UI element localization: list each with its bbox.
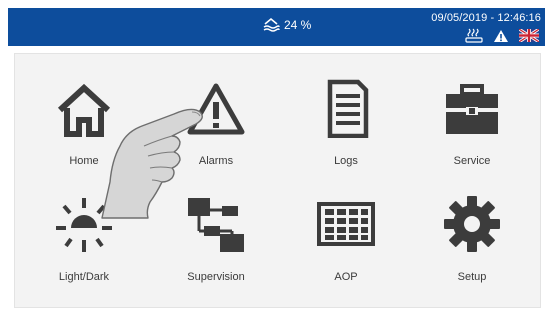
status-bar: 24 % 09/05/2019 - 12:46:16 xyxy=(8,8,545,46)
menu-item-label: Alarms xyxy=(198,155,234,167)
document-icon xyxy=(327,79,369,138)
toolbox-icon xyxy=(446,84,498,134)
house-icon xyxy=(57,83,111,137)
menu-item-service[interactable]: Service xyxy=(427,78,517,174)
menu-item-label: Service xyxy=(453,155,491,167)
network-icon xyxy=(188,198,244,252)
tank-level-icon xyxy=(263,17,280,32)
menu-item-label: AOP xyxy=(334,271,358,283)
menu-item-supervision[interactable]: Supervision xyxy=(171,194,261,290)
status-icons xyxy=(465,28,539,43)
screen: 24 % 09/05/2019 - 12:46:16 Home Alarms L… xyxy=(0,0,545,312)
menu-item-label: Light/Dark xyxy=(58,271,110,283)
menu-item-aop[interactable]: AOP xyxy=(301,194,391,290)
menu-item-logs[interactable]: Logs xyxy=(301,78,391,174)
menu-item-label: Setup xyxy=(457,271,487,283)
warning-icon[interactable] xyxy=(493,29,509,43)
menu-item-setup[interactable]: Setup xyxy=(427,194,517,290)
main-menu: Home Alarms Logs Service Light/Dark Supe… xyxy=(14,53,541,308)
uk-flag-icon[interactable] xyxy=(519,29,539,42)
steam-cup-icon[interactable] xyxy=(465,28,483,43)
gear-icon xyxy=(444,196,500,252)
menu-item-home[interactable]: Home xyxy=(39,78,129,174)
menu-item-label: Supervision xyxy=(187,271,245,283)
menu-item-label: Logs xyxy=(334,155,358,167)
grid-panel-icon xyxy=(317,202,375,246)
menu-item-label: Home xyxy=(69,155,99,167)
sun-icon xyxy=(56,198,112,252)
tank-level: 24 % xyxy=(262,17,311,33)
menu-item-light-dark[interactable]: Light/Dark xyxy=(39,194,129,290)
warning-triangle-icon xyxy=(187,83,245,135)
menu-item-alarms[interactable]: Alarms xyxy=(171,78,261,174)
datetime: 09/05/2019 - 12:46:16 xyxy=(431,12,541,24)
tank-level-text: 24 % xyxy=(284,18,312,32)
